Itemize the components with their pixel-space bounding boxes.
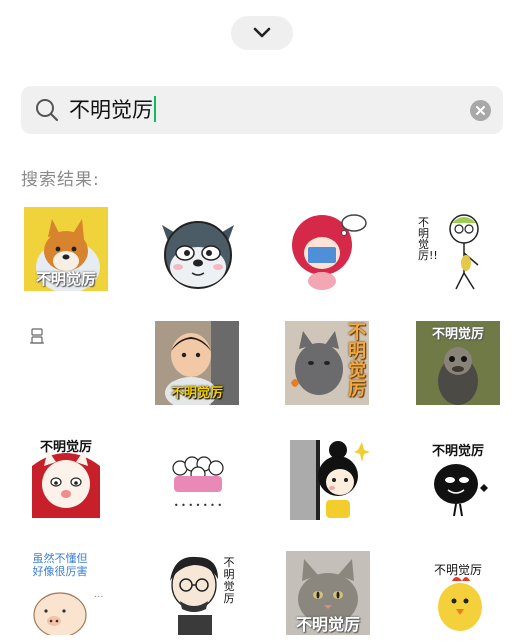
loading-placeholder-icon: [30, 328, 44, 344]
husky-face-sticker[interactable]: [156, 207, 240, 291]
text-caret: [154, 96, 156, 122]
sticker-caption: 不明觉厉: [35, 270, 96, 288]
search-icon: [36, 99, 59, 122]
sticker-caption: 不明觉厉: [170, 386, 223, 401]
grey-cat-photo-sticker[interactable]: 不明觉厉: [285, 321, 369, 405]
husky-face-image: [162, 221, 234, 289]
peeking-girl-sticker[interactable]: [286, 436, 370, 520]
collapse-panel-button[interactable]: [231, 16, 293, 50]
clear-icon: [476, 106, 485, 115]
tabby-cat-photo-sticker[interactable]: 不明觉厉: [286, 551, 370, 635]
glasses-man-sticker[interactable]: 不明觉厉: [156, 551, 240, 635]
sticker-caption: 不明觉厉: [348, 322, 366, 400]
toddler-photo-sticker[interactable]: 不明觉厉: [155, 321, 239, 405]
loading-placeholder-sticker[interactable]: [24, 320, 108, 404]
shiba-dog-sticker[interactable]: 不明觉厉: [24, 207, 108, 291]
yellow-chick-sticker[interactable]: 不明觉厉: [416, 551, 500, 635]
five-pink-figures-sticker[interactable]: • • • • • • •: [156, 436, 240, 520]
search-bar[interactable]: 不明觉厉: [21, 86, 503, 134]
sticker-caption: 不明觉厉: [295, 615, 360, 634]
peeking-girl-image: [290, 440, 370, 520]
ostrich-photo-sticker[interactable]: 不明觉厉: [416, 321, 500, 405]
sticker-caption: 不明觉厉: [431, 444, 484, 459]
search-query-text: 不明觉厉: [69, 98, 153, 122]
chevron-down-icon: [253, 27, 271, 38]
stick-figure-sticker[interactable]: 不明觉厉!!: [416, 207, 500, 291]
red-hair-girl-reading-sticker[interactable]: [286, 207, 370, 291]
svg-text:...: ...: [94, 589, 104, 600]
svg-text:• • • • • • •: • • • • • • •: [174, 501, 222, 510]
sticker-caption: 不明觉厉: [431, 327, 484, 342]
black-blob-sticker[interactable]: 不明觉厉: [416, 436, 500, 520]
red-hair-girl-image: [292, 214, 367, 290]
sticker-caption: 虽然不懂但好像很厉害: [32, 552, 88, 578]
results-label: 搜索结果:: [21, 170, 100, 190]
sticker-caption: 不明觉厉: [39, 440, 92, 455]
five-pink-figures-image: • • • • • • •: [172, 456, 224, 510]
search-input[interactable]: 不明觉厉: [69, 96, 156, 124]
sticker-caption: 不明觉厉: [433, 563, 482, 577]
sticker-caption: 不明觉厉: [223, 556, 235, 605]
red-hood-cat-sticker[interactable]: 不明觉厉: [24, 434, 108, 518]
sticker-caption: 不明觉厉!!: [418, 216, 438, 262]
pig-sticker[interactable]: ... 虽然不懂但好像很厉害: [24, 551, 108, 635]
clear-search-button[interactable]: [470, 100, 491, 121]
